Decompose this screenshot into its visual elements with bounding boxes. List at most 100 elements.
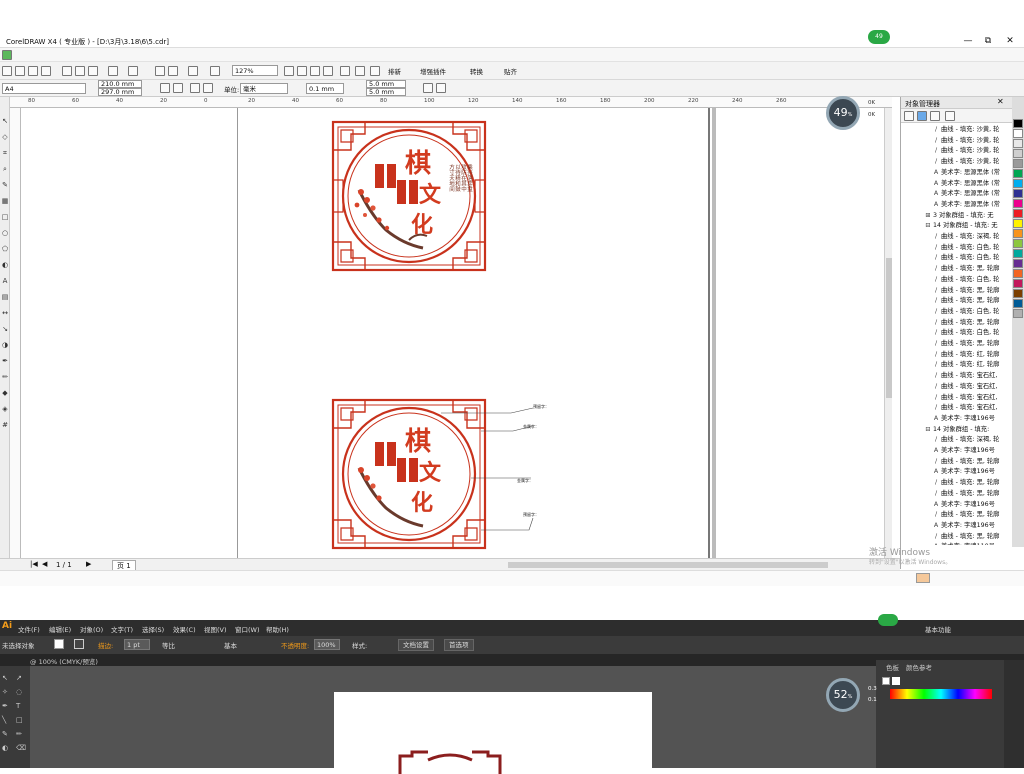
page-height-input[interactable]: 297.0 mm: [98, 88, 142, 96]
object-list-item[interactable]: A 美术字: 思源黑体 (常: [933, 200, 1013, 211]
zoom-in-icon[interactable]: [284, 66, 294, 76]
nudge-input[interactable]: 0.1 mm: [306, 83, 344, 94]
workspace-switcher[interactable]: 基本功能: [925, 624, 951, 634]
minimize-button[interactable]: —: [958, 35, 978, 47]
ai-eraser-icon[interactable]: ⌫: [16, 744, 26, 752]
dup-y-input[interactable]: 5.0 mm: [366, 88, 406, 96]
pan-icon[interactable]: [370, 66, 380, 76]
copy-icon[interactable]: [75, 66, 85, 76]
palette-swatch[interactable]: [1013, 179, 1023, 188]
options-icon[interactable]: [436, 83, 446, 93]
drawing-canvas[interactable]: 棋 文 化 方寸天地间 以待精和鼓 攻防在其中 乘兴落弈盘 棋 文 化 预留字： 金…: [21, 108, 892, 558]
ai-menu-item[interactable]: 文件(F): [18, 624, 40, 634]
ai-magic-wand-icon[interactable]: ✧: [2, 688, 8, 696]
object-list-item[interactable]: ⊟ 14 对象群组 - 填充:: [925, 425, 1013, 436]
object-list-item[interactable]: ∕ 曲线 - 填充: 黑, 轮廓: [933, 286, 1013, 297]
mesh-tool-icon[interactable]: #: [1, 421, 9, 429]
plugin-button-2[interactable]: 增强插件: [420, 66, 446, 76]
launcher-icon[interactable]: [188, 66, 198, 76]
zoom-page-icon[interactable]: [323, 66, 333, 76]
layer-view-icon[interactable]: [945, 111, 955, 121]
palette-swatch[interactable]: [1013, 299, 1023, 308]
all-pages-icon[interactable]: [190, 83, 200, 93]
horizontal-scrollbar[interactable]: [508, 562, 828, 568]
ai-pencil-icon[interactable]: ✏: [16, 730, 22, 738]
stroke-weight[interactable]: 1 pt: [124, 639, 150, 650]
white-swatch[interactable]: [892, 677, 900, 685]
object-list-item[interactable]: A 美术字: 思源黑体 (常: [933, 179, 1013, 190]
save-icon[interactable]: [28, 66, 38, 76]
ai-badge[interactable]: [878, 614, 898, 626]
palette-swatch[interactable]: [1013, 289, 1023, 298]
rectangle-tool-icon[interactable]: □: [1, 213, 9, 221]
palette-swatch[interactable]: [1013, 129, 1023, 138]
next-page-icon[interactable]: ▶: [86, 560, 91, 568]
object-list-item[interactable]: ∕ 曲线 - 填充: 白色, 轮: [933, 328, 1013, 339]
plugin-button-1[interactable]: 排新: [388, 66, 401, 76]
opacity-input[interactable]: 100%: [314, 639, 340, 650]
palette-swatch[interactable]: [1013, 159, 1023, 168]
object-list-item[interactable]: ∕ 曲线 - 填充: 白色, 轮: [933, 243, 1013, 254]
smart-fill-icon[interactable]: ▦: [1, 197, 9, 205]
object-list-item[interactable]: A 美术字: 字魂196号: [933, 446, 1013, 457]
ai-line-icon[interactable]: ╲: [2, 716, 6, 724]
brush-select[interactable]: 基本: [224, 640, 237, 650]
object-list-item[interactable]: ∕ 曲线 - 填充: 深褐, 轮: [933, 435, 1013, 446]
paper-size-select[interactable]: A4: [2, 83, 86, 94]
object-list-item[interactable]: ∕ 曲线 - 填充: 白色, 轮: [933, 307, 1013, 318]
fill-tool-icon[interactable]: ◆: [1, 389, 9, 397]
ai-doc-tab[interactable]: @ 100% (CMYK/预览): [30, 656, 98, 666]
show-props-icon[interactable]: [917, 111, 927, 121]
ai-rect-icon[interactable]: □: [16, 716, 23, 724]
ai-menu-item[interactable]: 帮助(H): [266, 624, 289, 634]
color-spectrum[interactable]: [890, 689, 992, 699]
plugin-button-4[interactable]: 贴齐: [504, 66, 517, 76]
profile-select[interactable]: 等比: [162, 640, 175, 650]
basic-shapes-icon[interactable]: ◐: [1, 261, 9, 269]
palette-swatch[interactable]: [1013, 119, 1023, 128]
prev-page-icon[interactable]: ◀: [42, 560, 47, 568]
fill-color-box[interactable]: [54, 639, 64, 649]
palette-swatch[interactable]: [1013, 309, 1023, 318]
scroll-thumb[interactable]: [886, 258, 892, 398]
eyedropper-tool-icon[interactable]: ✒: [1, 357, 9, 365]
ai-artboard[interactable]: [334, 692, 652, 774]
export-icon[interactable]: [168, 66, 178, 76]
close-button[interactable]: ✕: [1000, 35, 1020, 47]
object-list-item[interactable]: ∕ 曲线 - 填充: 黑, 轮廓: [933, 339, 1013, 350]
object-list-item[interactable]: ∕ 曲线 - 填充: 红, 轮廓: [933, 360, 1013, 371]
ai-workspace[interactable]: [0, 666, 1024, 774]
palette-swatch[interactable]: [1013, 189, 1023, 198]
blend-tool-icon[interactable]: ◑: [1, 341, 9, 349]
ai-brush-icon[interactable]: ✎: [2, 730, 8, 738]
units-icon[interactable]: [423, 83, 433, 93]
object-list-item[interactable]: ∕ 曲线 - 填充: 红, 轮廓: [933, 350, 1013, 361]
ellipse-tool-icon[interactable]: ○: [1, 229, 9, 237]
portrait-icon[interactable]: [160, 83, 170, 93]
object-list-item[interactable]: ∕ 曲线 - 填充: 黑, 轮廓: [933, 318, 1013, 329]
outline-tool-icon[interactable]: ✏: [1, 373, 9, 381]
object-list-item[interactable]: A 美术字: 字魂196号: [933, 521, 1013, 532]
stroke-color-box[interactable]: [74, 639, 84, 649]
palette-swatch[interactable]: [1013, 209, 1023, 218]
palette-swatch[interactable]: [1013, 239, 1023, 248]
ai-blob-icon[interactable]: ◐: [2, 744, 8, 752]
page-width-input[interactable]: 210.0 mm: [98, 80, 142, 88]
palette-swatch[interactable]: [1013, 249, 1023, 258]
palette-swatch[interactable]: [1013, 259, 1023, 268]
color-guide-tab[interactable]: 颜色参考: [906, 662, 932, 672]
palette-swatch[interactable]: [1013, 149, 1023, 158]
palette-swatch[interactable]: [1013, 279, 1023, 288]
object-list-item[interactable]: ∕ 曲线 - 填充: 黑, 轮廓: [933, 489, 1013, 500]
landscape-icon[interactable]: [173, 83, 183, 93]
object-list-item[interactable]: ⊞ 3 对象群组 - 填充: 无: [925, 211, 1013, 222]
table-tool-icon[interactable]: ▤: [1, 293, 9, 301]
plugin-button-3[interactable]: 转换: [470, 66, 483, 76]
pick-tool-icon[interactable]: ↖: [1, 117, 9, 125]
ai-direct-select-icon[interactable]: ↗: [16, 674, 22, 682]
object-list-item[interactable]: ∕ 曲线 - 填充: 沙黄, 轮: [933, 136, 1013, 147]
zoom-out-icon[interactable]: [297, 66, 307, 76]
object-list-item[interactable]: A美术字: 字魂110号: [933, 542, 1013, 545]
ai-menu-item[interactable]: 文字(T): [111, 624, 133, 634]
object-list-item[interactable]: A 美术字: 字魂196号: [933, 414, 1013, 425]
